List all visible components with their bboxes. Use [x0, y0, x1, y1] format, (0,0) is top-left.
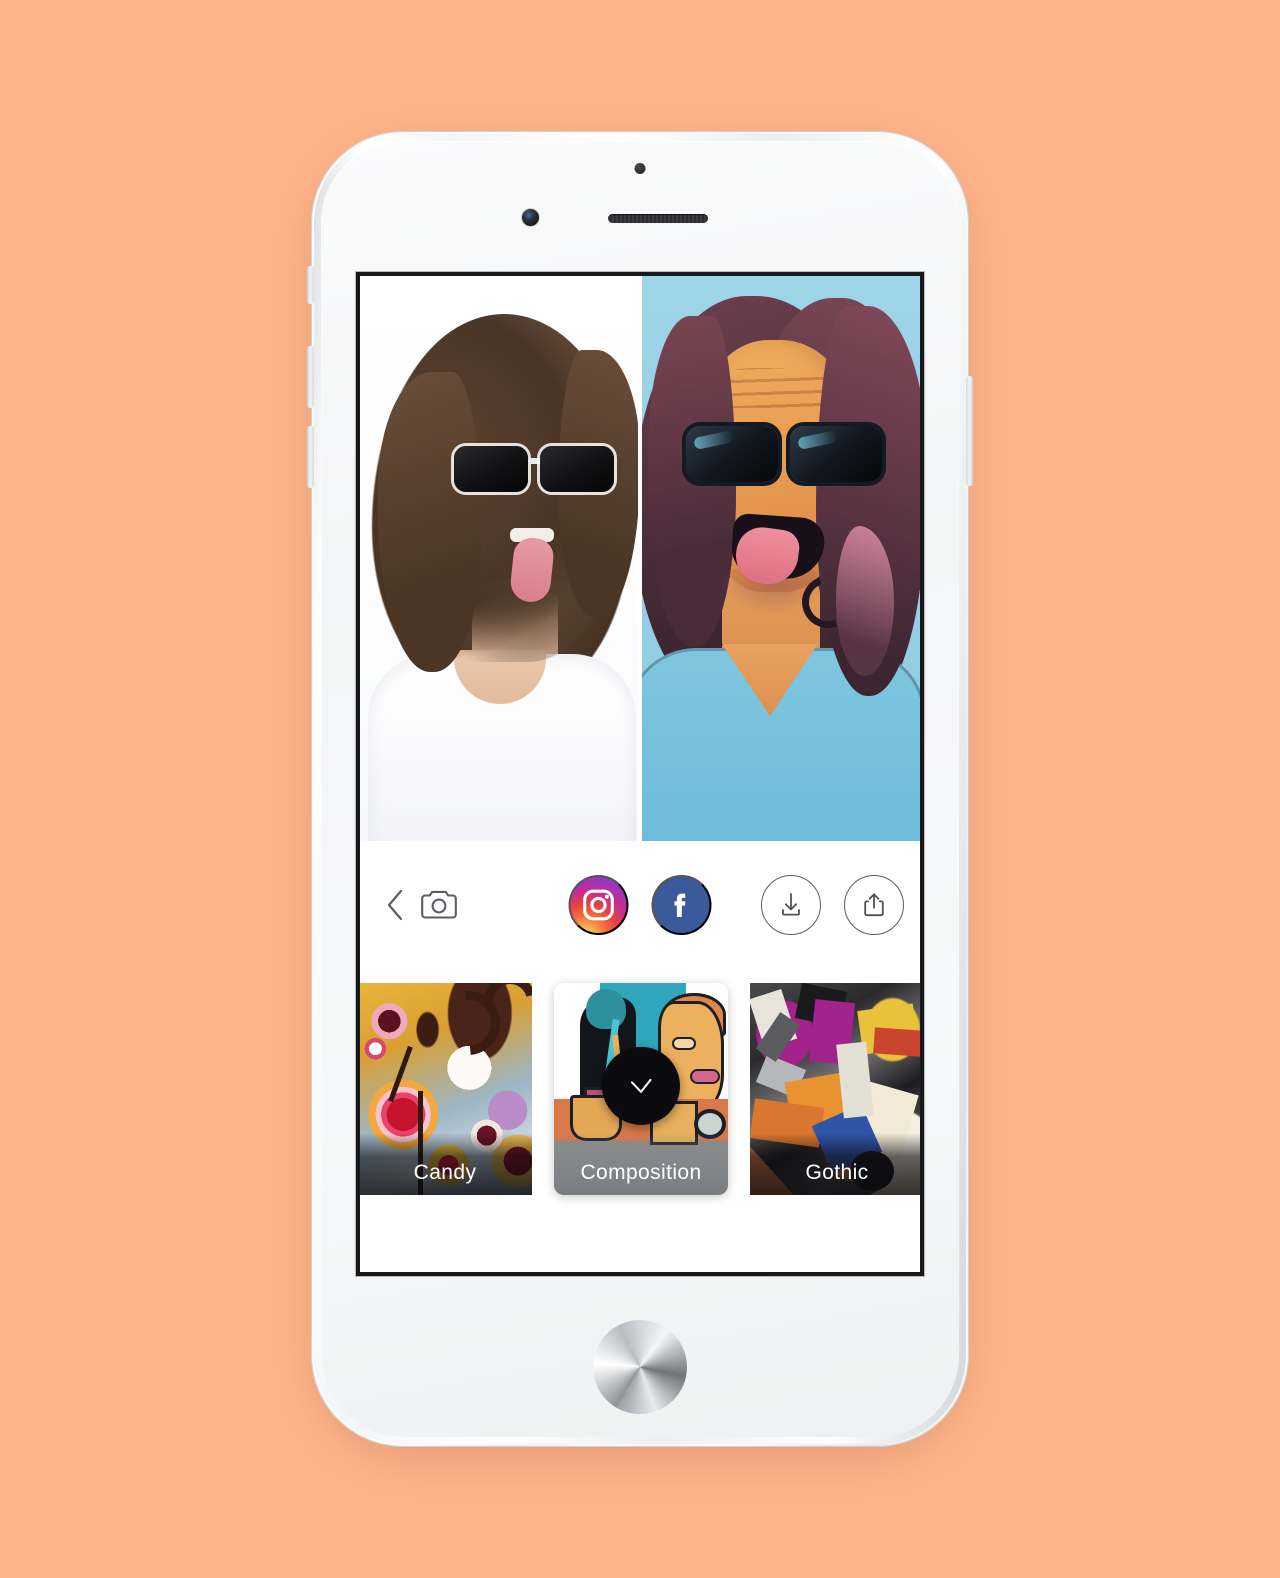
before-after-split-line[interactable] [638, 276, 642, 841]
download-icon [782, 893, 800, 916]
original-lens-left [454, 446, 528, 492]
instagram-share-button[interactable] [568, 875, 629, 935]
filtered-sunglasses [686, 426, 882, 488]
download-button[interactable] [761, 875, 821, 935]
filtered-photo-half [640, 276, 920, 841]
share-icon [864, 893, 884, 917]
home-button[interactable] [593, 1320, 687, 1414]
social-share-group [568, 875, 712, 935]
check-icon [631, 1078, 652, 1093]
original-sunglasses [454, 444, 620, 496]
back-button[interactable] [384, 888, 406, 922]
original-photo-half [360, 276, 640, 841]
proximity-sensor-icon [634, 163, 646, 174]
filter-thumbnail-gothic [750, 983, 920, 1195]
power-button[interactable] [966, 376, 973, 486]
instagram-icon [583, 889, 614, 921]
silent-switch-button[interactable] [307, 266, 314, 304]
facebook-share-button[interactable] [651, 875, 712, 935]
original-hair-left [378, 372, 482, 672]
volume-down-button[interactable] [307, 426, 314, 488]
original-lens-right [540, 446, 614, 492]
original-shirt [368, 650, 636, 841]
volume-up-button[interactable] [307, 346, 314, 408]
phone-screen: Candy Composition Gothic [360, 276, 920, 1272]
camera-button[interactable] [420, 889, 458, 921]
filter-thumbnail-candy [360, 983, 532, 1195]
front-camera-icon [522, 209, 539, 226]
share-button[interactable] [844, 875, 904, 935]
photo-compare-view[interactable] [360, 276, 920, 841]
filter-selected-check-badge[interactable] [602, 1046, 680, 1125]
file-actions-group [761, 875, 904, 935]
earpiece-speaker [608, 214, 708, 223]
filtered-lens-left [686, 426, 778, 482]
filter-card-candy[interactable]: Candy [360, 983, 532, 1195]
filtered-lens-right [790, 426, 882, 482]
action-toolbar [360, 841, 920, 969]
navigation-group [384, 888, 458, 922]
filter-strip[interactable]: Candy Composition Gothic [360, 969, 920, 1207]
filter-card-gothic[interactable]: Gothic [750, 983, 920, 1195]
filter-card-composition[interactable]: Composition [554, 983, 728, 1195]
filter-list[interactable]: Candy Composition Gothic [360, 983, 920, 1195]
phone-mockup: Candy Composition Gothic [307, 131, 973, 1453]
camera-icon [421, 890, 457, 919]
facebook-f-icon [674, 893, 686, 917]
back-chevron-icon [387, 889, 403, 921]
